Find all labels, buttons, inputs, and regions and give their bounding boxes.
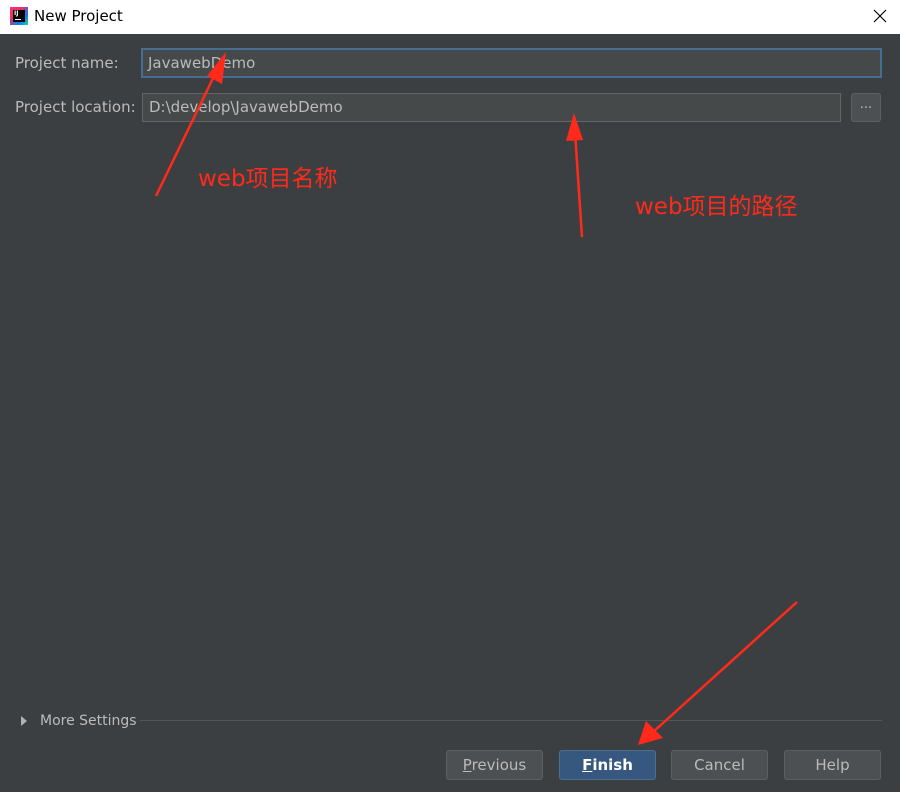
expand-triangle-icon <box>21 716 27 726</box>
project-location-label: Project location: <box>15 98 136 116</box>
arrow-to-finish-button <box>638 601 798 745</box>
finish-mnemonic: F <box>582 756 593 774</box>
cancel-button[interactable]: Cancel <box>671 750 768 780</box>
more-settings-toggle[interactable]: More Settings <box>18 711 137 731</box>
project-name-annotation: web项目名称 <box>198 166 338 192</box>
previous-mnemonic: P <box>462 756 472 774</box>
title-bar: IJ New Project <box>0 0 900 34</box>
project-path-annotation: web项目的路径 <box>635 194 798 220</box>
project-name-label: Project name: <box>15 54 119 72</box>
close-button[interactable] <box>862 0 898 32</box>
window-title: New Project <box>34 7 123 25</box>
previous-label-rest: revious <box>471 756 527 774</box>
project-name-input[interactable]: JavawebDemo <box>141 48 882 78</box>
project-location-input[interactable]: D:\develop\JavawebDemo <box>142 93 841 122</box>
finish-label-rest: inish <box>592 756 633 774</box>
browse-button[interactable]: ... <box>851 93 881 122</box>
settings-divider <box>140 720 882 721</box>
help-button[interactable]: Help <box>784 750 881 780</box>
close-icon <box>873 9 887 23</box>
finish-button[interactable]: Finish <box>559 750 656 780</box>
intellij-idea-icon: IJ <box>10 7 28 25</box>
more-settings-label: More Settings <box>40 713 137 729</box>
arrow-to-location-field <box>566 113 584 238</box>
previous-button[interactable]: Previous <box>446 750 543 780</box>
